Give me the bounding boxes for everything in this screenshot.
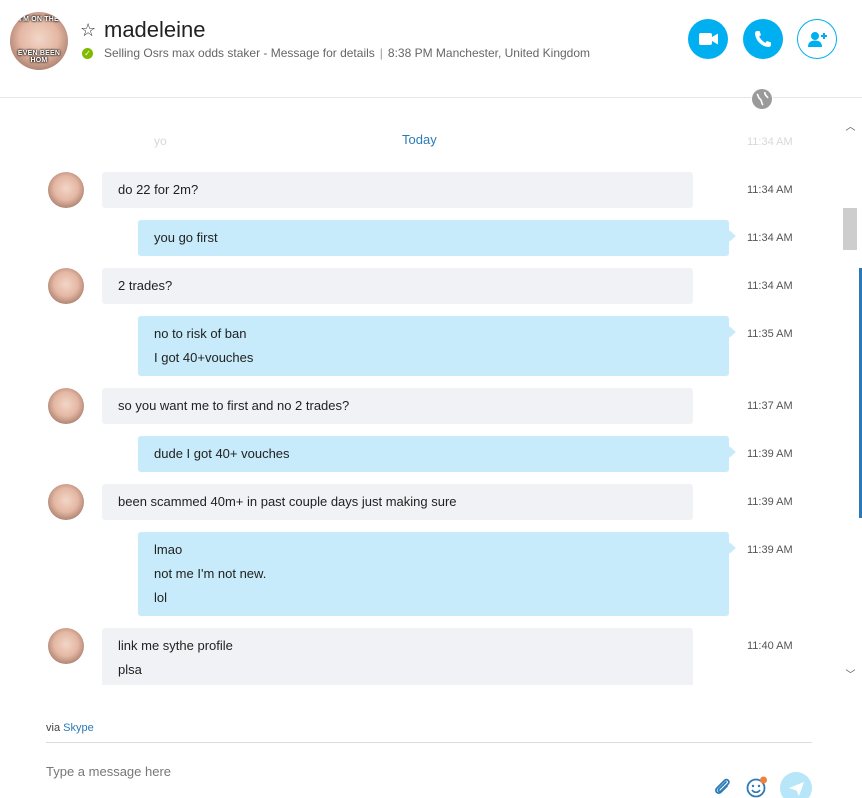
sender-avatar[interactable] [48, 172, 84, 208]
message-time: 11:35 AM [747, 328, 793, 340]
avatar-caption-bottom: EVEN BEEN HOM [17, 50, 61, 64]
phone-icon [755, 31, 771, 47]
sender-avatar[interactable] [48, 484, 84, 520]
video-call-button[interactable] [688, 19, 728, 59]
composer-divider [46, 742, 812, 743]
message-time: 11:39 AM [747, 496, 793, 508]
message-text: I got 40+vouches [154, 350, 254, 365]
message-text: plsa [118, 662, 142, 677]
video-icon [699, 33, 718, 45]
day-separator: Today [402, 132, 437, 147]
audio-call-button[interactable] [743, 19, 783, 59]
via-label: via Skype [46, 722, 94, 734]
message-text: 2 trades? [118, 278, 173, 293]
presence-online-icon: ✓ [82, 48, 93, 59]
scrollbar-track[interactable] [842, 120, 859, 686]
scroll-up-arrow-icon[interactable]: ︿ [842, 120, 859, 136]
message-bubble-outgoing[interactable]: dude I got 40+ vouches [138, 436, 736, 472]
sender-avatar[interactable] [48, 388, 84, 424]
message-bubble-incoming[interactable]: link me sythe profile plsa [102, 628, 693, 685]
contact-local-time: 8:38 PM Manchester, United Kingdom [387, 46, 591, 60]
favorite-star-icon[interactable]: ☆ [80, 20, 96, 41]
add-person-icon [808, 32, 827, 47]
contact-name[interactable]: madeleine [104, 17, 206, 43]
message-text: so you want me to first and no 2 trades? [118, 398, 350, 413]
message-time: 11:34 AM [747, 184, 793, 196]
add-people-button[interactable] [797, 19, 837, 59]
message-text: no to risk of ban [154, 326, 247, 341]
message-bubble-incoming[interactable]: do 22 for 2m? [102, 172, 693, 208]
conversation-header: I'M ON THE EVEN BEEN HOM ☆ madeleine ✓ S… [0, 0, 862, 98]
message-text: lmao [154, 542, 183, 557]
avatar-caption-top: I'M ON THE [19, 16, 59, 23]
skype-chat-window: I'M ON THE EVEN BEEN HOM ☆ madeleine ✓ S… [0, 0, 862, 798]
scrollbar-thumb[interactable] [843, 208, 857, 250]
message-text: you go first [154, 230, 218, 245]
sender-avatar[interactable] [48, 268, 84, 304]
message-bubble-outgoing[interactable]: no to risk of ban I got 40+vouches [138, 316, 736, 376]
paperclip-icon[interactable] [712, 776, 732, 798]
sender-avatar[interactable] [48, 628, 84, 664]
message-time: 11:39 AM [747, 448, 793, 460]
contact-mood-line: Selling Osrs max odds staker - Message f… [104, 46, 590, 60]
message-time: 11:40 AM [747, 640, 793, 652]
mood-separator: | [379, 46, 383, 60]
contact-avatar[interactable]: I'M ON THE EVEN BEEN HOM [10, 12, 68, 70]
via-prefix: via [46, 722, 61, 734]
message-text: link me sythe profile [118, 638, 233, 653]
message-text: lol [154, 590, 168, 605]
message-text: been scammed 40m+ in past couple days ju… [118, 494, 457, 509]
message-input[interactable] [46, 760, 686, 782]
message-time: 11:37 AM [747, 400, 793, 412]
message-time: 11:34 AM [747, 280, 793, 292]
contact-mood-message: Selling Osrs max odds staker - Message f… [104, 46, 375, 60]
message-bubble-incoming[interactable]: so you want me to first and no 2 trades? [102, 388, 693, 424]
message-text: dude I got 40+ vouches [154, 446, 290, 461]
faded-previous-message: yo [154, 134, 167, 148]
message-text: not me I'm not new. [154, 566, 267, 581]
message-time: 11:39 AM [747, 544, 793, 556]
message-bubble-incoming[interactable]: 2 trades? [102, 268, 693, 304]
message-bubble-incoming[interactable]: been scammed 40m+ in past couple days ju… [102, 484, 693, 520]
scroll-down-arrow-icon[interactable]: ﹀ [842, 668, 859, 684]
message-time: 11:34 AM [747, 232, 793, 244]
emoji-icon[interactable] [745, 776, 769, 798]
message-bubble-outgoing[interactable]: lmao not me I'm not new. lol [138, 532, 736, 616]
message-text: do 22 for 2m? [118, 182, 199, 197]
send-icon [789, 782, 804, 796]
via-skype-link[interactable]: Skype [63, 722, 94, 734]
globe-icon[interactable] [751, 88, 773, 110]
faded-previous-time: 11:34 AM [747, 136, 793, 148]
message-history[interactable]: yo 11:34 AM Today do 22 for 2m? 11:34 AM… [0, 122, 842, 685]
message-bubble-outgoing[interactable]: you go first [138, 220, 736, 256]
send-button[interactable] [780, 772, 812, 798]
